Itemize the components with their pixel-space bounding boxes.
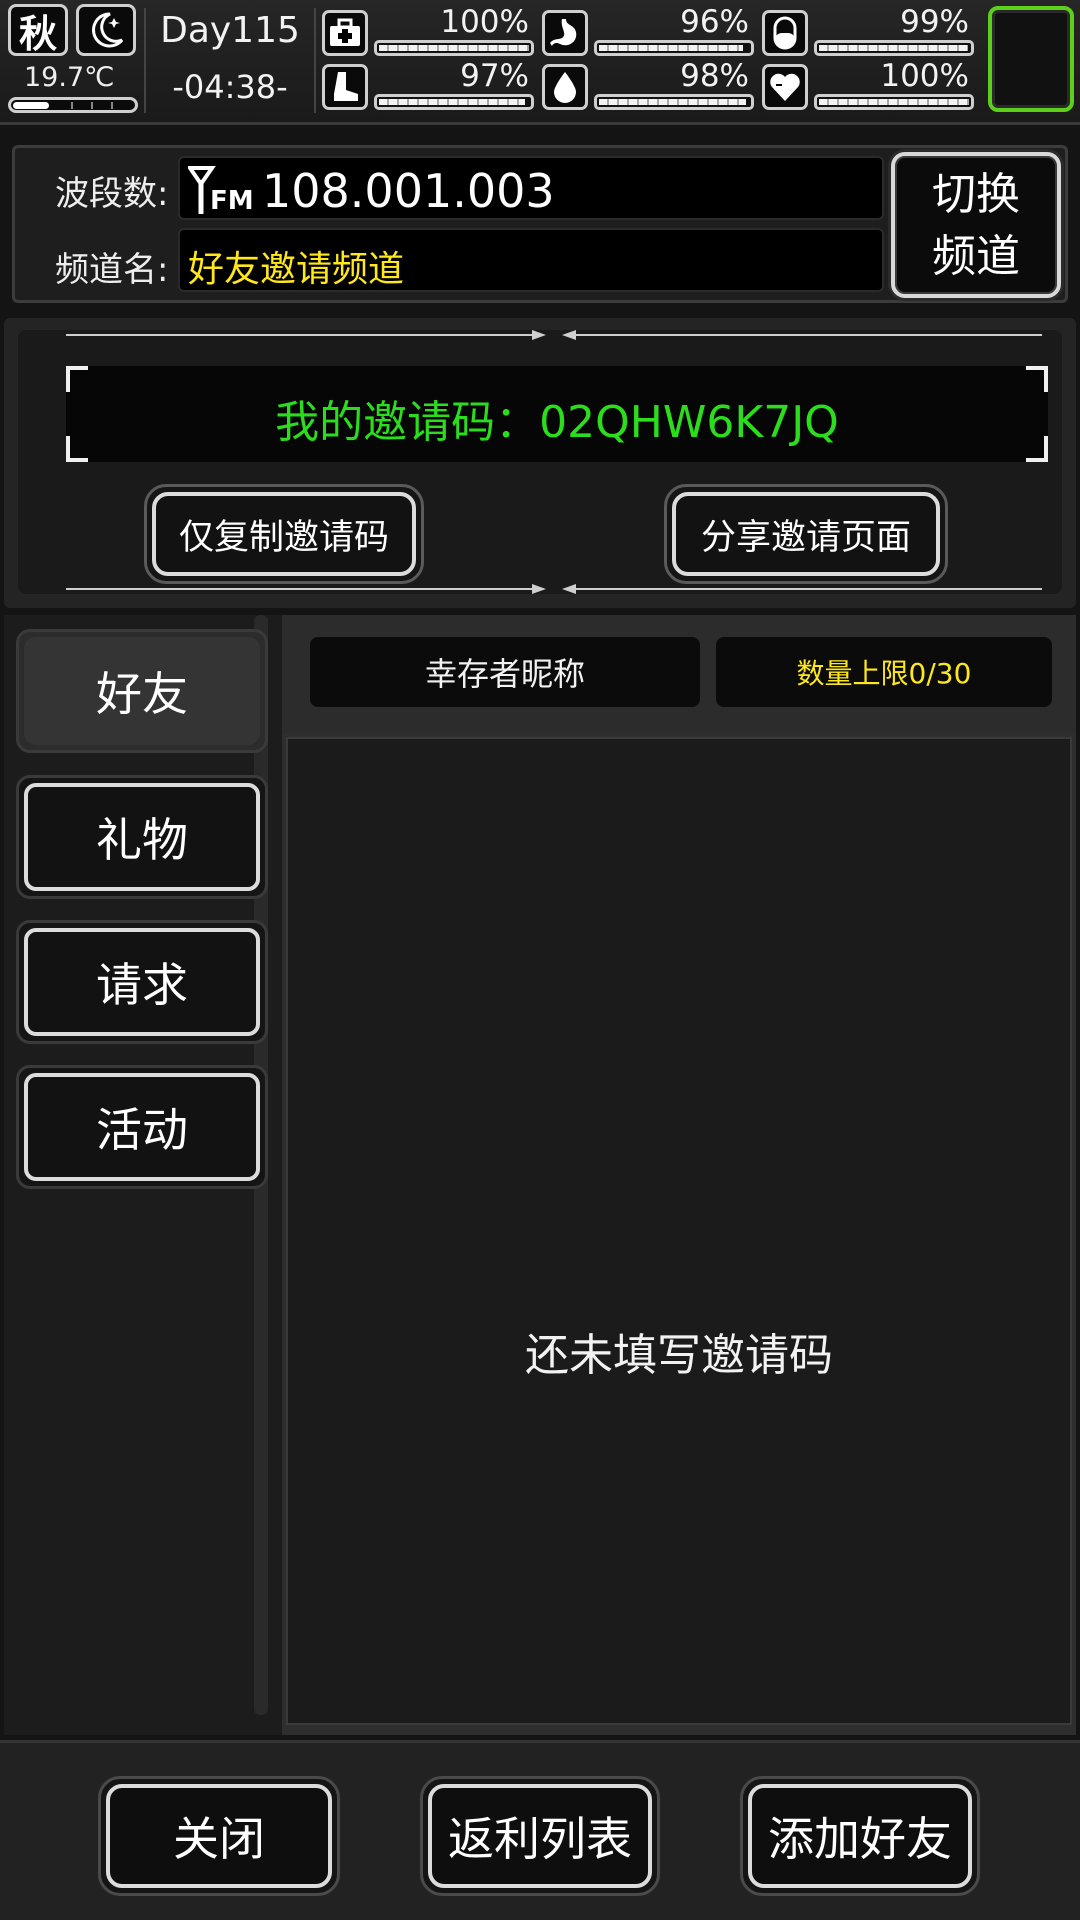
frequency-display: FM 108.001.003 xyxy=(178,156,884,220)
day-counter: Day115 xyxy=(160,10,300,51)
friend-list-panel: 幸存者昵称 数量上限0/30 还未填写邀请码 xyxy=(282,615,1076,1735)
divider-arrows xyxy=(66,330,1042,340)
add-friend-label: 添加好友 xyxy=(748,1784,972,1888)
water-drop-icon xyxy=(542,64,588,110)
tab-label: 好友 xyxy=(24,637,260,745)
stat-value: 100% xyxy=(440,4,529,40)
radio-panel: 波段数: 频道名: FM 108.001.003 好友邀请频道 切换 频道 xyxy=(12,145,1068,303)
stat-value: 99% xyxy=(900,4,969,40)
friend-limit-header: 数量上限0/30 xyxy=(716,637,1052,707)
divider xyxy=(314,8,316,113)
tab-label: 礼物 xyxy=(24,783,260,891)
tab-friends[interactable]: 好友 xyxy=(16,629,268,753)
stomach-icon xyxy=(542,10,588,56)
invite-inner: 我的邀请码：02QHW6K7JQ 仅复制邀请码 分享邀请页面 xyxy=(18,330,1062,594)
tab-events[interactable]: 活动 xyxy=(16,1065,268,1189)
tab-label: 活动 xyxy=(24,1073,260,1181)
channel-name: 好友邀请频道 xyxy=(188,249,405,290)
thermometer-fill xyxy=(13,102,49,109)
stat-bar xyxy=(814,94,974,110)
stat-bar xyxy=(594,94,754,110)
stat-bar xyxy=(594,40,754,56)
close-button[interactable]: 关闭 xyxy=(98,1776,340,1896)
stat-bar-fill xyxy=(819,45,968,51)
invite-panel: 我的邀请码：02QHW6K7JQ 仅复制邀请码 分享邀请页面 xyxy=(4,318,1076,608)
stat-bar xyxy=(374,40,534,56)
tab-gifts[interactable]: 礼物 xyxy=(16,775,268,899)
channel-name-display: 好友邀请频道 xyxy=(178,228,884,292)
thermometer-bar xyxy=(8,97,138,113)
stat-bar-fill xyxy=(599,45,743,51)
frequency-value: 108.001.003 xyxy=(262,164,555,218)
switch-channel-label-2: 频道 xyxy=(932,231,1020,282)
copy-invite-code-label: 仅复制邀请码 xyxy=(152,492,416,576)
share-invite-page-label: 分享邀请页面 xyxy=(672,492,940,576)
stat-bar-fill xyxy=(379,45,529,51)
sidebar: 好友 礼物 请求 活动 xyxy=(4,615,282,1735)
divider-arrows xyxy=(66,584,1042,594)
status-bar: 秋 19.7℃ Day115 -04:38- 100% 96% 99% 97% … xyxy=(0,0,1080,125)
season-badge: 秋 xyxy=(8,4,68,56)
tab-label: 请求 xyxy=(24,928,260,1036)
empty-state-message: 还未填写邀请码 xyxy=(525,1330,833,1381)
switch-channel-label-1: 切换 xyxy=(932,169,1020,220)
copy-invite-code-button[interactable]: 仅复制邀请码 xyxy=(144,484,424,584)
stat-hunger: 96% xyxy=(542,4,757,58)
friend-list[interactable]: 还未填写邀请码 xyxy=(286,737,1072,1725)
tab-requests[interactable]: 请求 xyxy=(16,920,268,1044)
stat-health: 100% xyxy=(322,4,537,58)
stat-bar-fill xyxy=(819,99,969,105)
share-invite-page-button[interactable]: 分享邀请页面 xyxy=(664,484,948,584)
band-label: 波段数: xyxy=(55,174,169,214)
stat-value: 97% xyxy=(460,58,529,94)
thermo-tick xyxy=(91,102,93,109)
thermo-tick xyxy=(111,102,113,109)
bottom-action-bar: 关闭 返利列表 添加好友 xyxy=(0,1740,1080,1920)
stat-bar-fill xyxy=(599,99,746,105)
stat-thirst: 98% xyxy=(542,58,757,112)
rebate-list-button[interactable]: 返利列表 xyxy=(420,1776,660,1896)
crescent-moon-icon xyxy=(76,4,136,56)
clock: -04:38- xyxy=(172,68,288,106)
add-friend-button[interactable]: 添加好友 xyxy=(740,1776,980,1896)
stat-value: 96% xyxy=(680,4,749,40)
avatar-slot[interactable] xyxy=(988,6,1074,112)
rebate-list-label: 返利列表 xyxy=(428,1784,652,1888)
stat-stamina: 97% xyxy=(322,58,537,112)
pill-icon xyxy=(762,10,808,56)
close-label: 关闭 xyxy=(106,1784,332,1888)
invite-code-box: 我的邀请码：02QHW6K7JQ xyxy=(66,366,1048,462)
stat-bar-fill xyxy=(379,99,525,105)
temperature-readout: 19.7℃ xyxy=(24,62,115,93)
invite-code-text: 我的邀请码：02QHW6K7JQ xyxy=(275,397,839,448)
stat-bar xyxy=(374,94,534,110)
stat-value: 100% xyxy=(880,58,969,94)
switch-channel-button[interactable]: 切换 频道 xyxy=(891,152,1061,298)
list-header: 幸存者昵称 数量上限0/30 xyxy=(282,615,1076,733)
fm-label: FM xyxy=(210,186,254,216)
stat-bar xyxy=(814,40,974,56)
heart-icon xyxy=(762,64,808,110)
channel-label: 频道名: xyxy=(55,250,169,290)
thermo-tick xyxy=(71,102,73,109)
antenna-icon: FM xyxy=(186,164,260,218)
stat-value: 98% xyxy=(680,58,749,94)
boot-icon xyxy=(322,64,368,110)
stat-mood: 100% xyxy=(762,58,977,112)
nickname-column-header: 幸存者昵称 xyxy=(310,637,700,707)
stat-medicine: 99% xyxy=(762,4,977,58)
medkit-icon xyxy=(322,10,368,56)
divider xyxy=(144,8,146,113)
